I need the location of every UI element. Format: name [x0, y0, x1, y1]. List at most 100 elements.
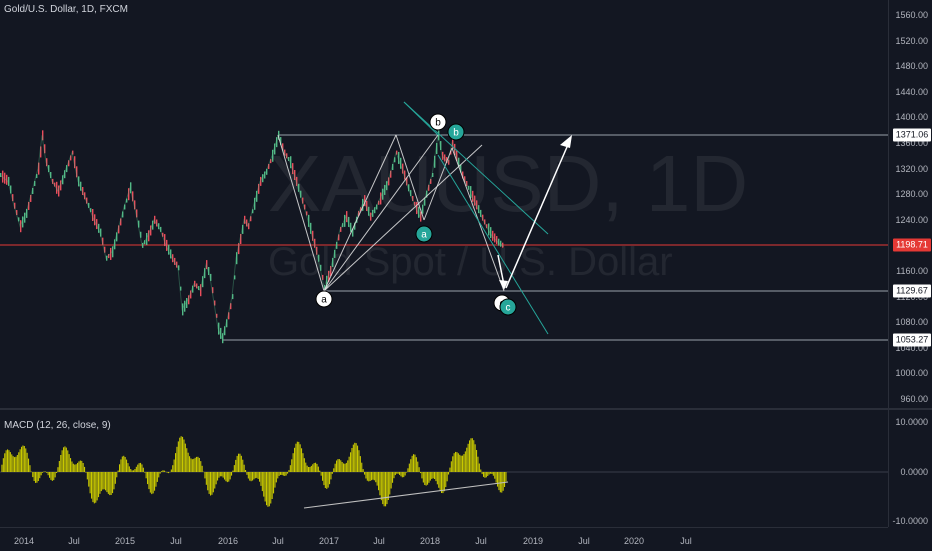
time-tick-label: 2020 [624, 536, 644, 546]
macd-bar [375, 472, 376, 482]
price-chart-canvas[interactable]: abcabc [0, 0, 888, 408]
macd-bar [32, 472, 33, 477]
macd-bar [95, 472, 96, 503]
macd-bar [311, 466, 312, 472]
time-tick-label: Jul [680, 536, 692, 546]
macd-bar [374, 472, 375, 480]
macd-bar [466, 448, 467, 472]
macd-bar [505, 472, 506, 482]
macd-bar [280, 472, 281, 475]
time-tick-label: Jul [578, 536, 590, 546]
macd-bar [353, 445, 354, 472]
macd-bar [59, 461, 60, 472]
macd-bar [144, 472, 145, 473]
macd-bar [256, 472, 257, 478]
macd-bar [462, 456, 463, 472]
macd-bar [197, 457, 198, 472]
macd-bar [218, 472, 219, 478]
macd-bar [336, 461, 337, 473]
macd-bar [52, 472, 53, 481]
macd-bar [4, 453, 5, 472]
macd-bar [150, 472, 151, 493]
macd-bar [482, 472, 483, 474]
macd-bar [125, 457, 126, 472]
macd-bar [132, 470, 133, 472]
chart-legend: Gold/U.S. Dollar, 1D, FXCM [4, 4, 128, 15]
macd-bar [3, 458, 4, 472]
macd-bar [38, 472, 39, 481]
macd-bar [53, 472, 54, 480]
macd-bar [139, 463, 140, 472]
macd-bar [209, 472, 210, 494]
macd-bar [438, 472, 439, 488]
macd-bar [55, 472, 56, 477]
macd-bar [137, 465, 138, 472]
macd-bar [195, 458, 196, 472]
macd-bar [133, 470, 134, 472]
resistance-price-tag: 1371.06 [893, 129, 931, 142]
macd-bar [483, 472, 484, 477]
macd-bar [500, 472, 501, 492]
macd-bar [50, 472, 51, 480]
macd-bar [426, 472, 427, 486]
price-tick-label: 1480.00 [895, 61, 928, 71]
macd-bar [232, 471, 233, 472]
macd-bar [330, 472, 331, 479]
macd-bar [463, 454, 464, 472]
macd-bar [179, 438, 180, 472]
price-chart-pane[interactable]: XAUUSD, 1D Gold Spot / U.S. Dollar abcab… [0, 0, 888, 408]
macd-bar [288, 470, 289, 472]
macd-bar [300, 444, 301, 472]
macd-bar [409, 464, 410, 472]
time-axis[interactable]: 2014Jul2015Jul2016Jul2017Jul2018Jul2019J… [0, 527, 888, 551]
wave-line [278, 135, 324, 291]
macd-bar [36, 472, 37, 483]
macd-bar [340, 460, 341, 472]
macd-bar [440, 472, 441, 491]
macd-canvas[interactable] [0, 410, 888, 527]
macd-bar [361, 463, 362, 472]
macd-bar [153, 472, 154, 493]
macd-bar [200, 461, 201, 472]
macd-bar [487, 472, 488, 476]
macd-bar [134, 469, 135, 472]
macd-bar [186, 448, 187, 472]
macd-bar [130, 469, 131, 472]
macd-bar [274, 472, 275, 488]
macd-pane[interactable]: MACD (12, 26, close, 9) [0, 410, 888, 527]
macd-bar [77, 463, 78, 472]
macd-bar [99, 472, 100, 494]
macd-axis[interactable]: 10.00000.0000-10.0000 [889, 410, 932, 527]
price-tick-label: 1440.00 [895, 87, 928, 97]
macd-bar [403, 472, 404, 477]
macd-bar [157, 472, 158, 482]
price-tick-label: 1320.00 [895, 164, 928, 174]
macd-bar [465, 451, 466, 472]
macd-bar [281, 472, 282, 475]
macd-bar [454, 453, 455, 472]
macd-bar [297, 442, 298, 472]
macd-bar [413, 454, 414, 472]
projection-arrow-line [506, 140, 570, 288]
macd-bar [343, 463, 344, 472]
macd-bar [91, 472, 92, 499]
macd-bar [84, 467, 85, 472]
time-tick-label: 2014 [14, 536, 34, 546]
macd-bar [73, 464, 74, 472]
macd-bar [158, 472, 159, 477]
macd-bar [266, 472, 267, 505]
macd-bar [176, 447, 177, 472]
time-tick-label: Jul [373, 536, 385, 546]
price-axis[interactable]: 1560.001520.001480.001440.001400.001360.… [889, 0, 932, 408]
macd-bar [108, 472, 109, 494]
macd-bar [35, 472, 36, 483]
macd-bar [225, 472, 226, 481]
macd-bar [329, 472, 330, 484]
macd-bar [122, 457, 123, 473]
macd-bar [220, 472, 221, 476]
macd-bar [6, 450, 7, 472]
macd-bar [365, 472, 366, 479]
macd-bar [190, 458, 191, 472]
macd-bar [276, 472, 277, 482]
macd-bar [57, 467, 58, 472]
